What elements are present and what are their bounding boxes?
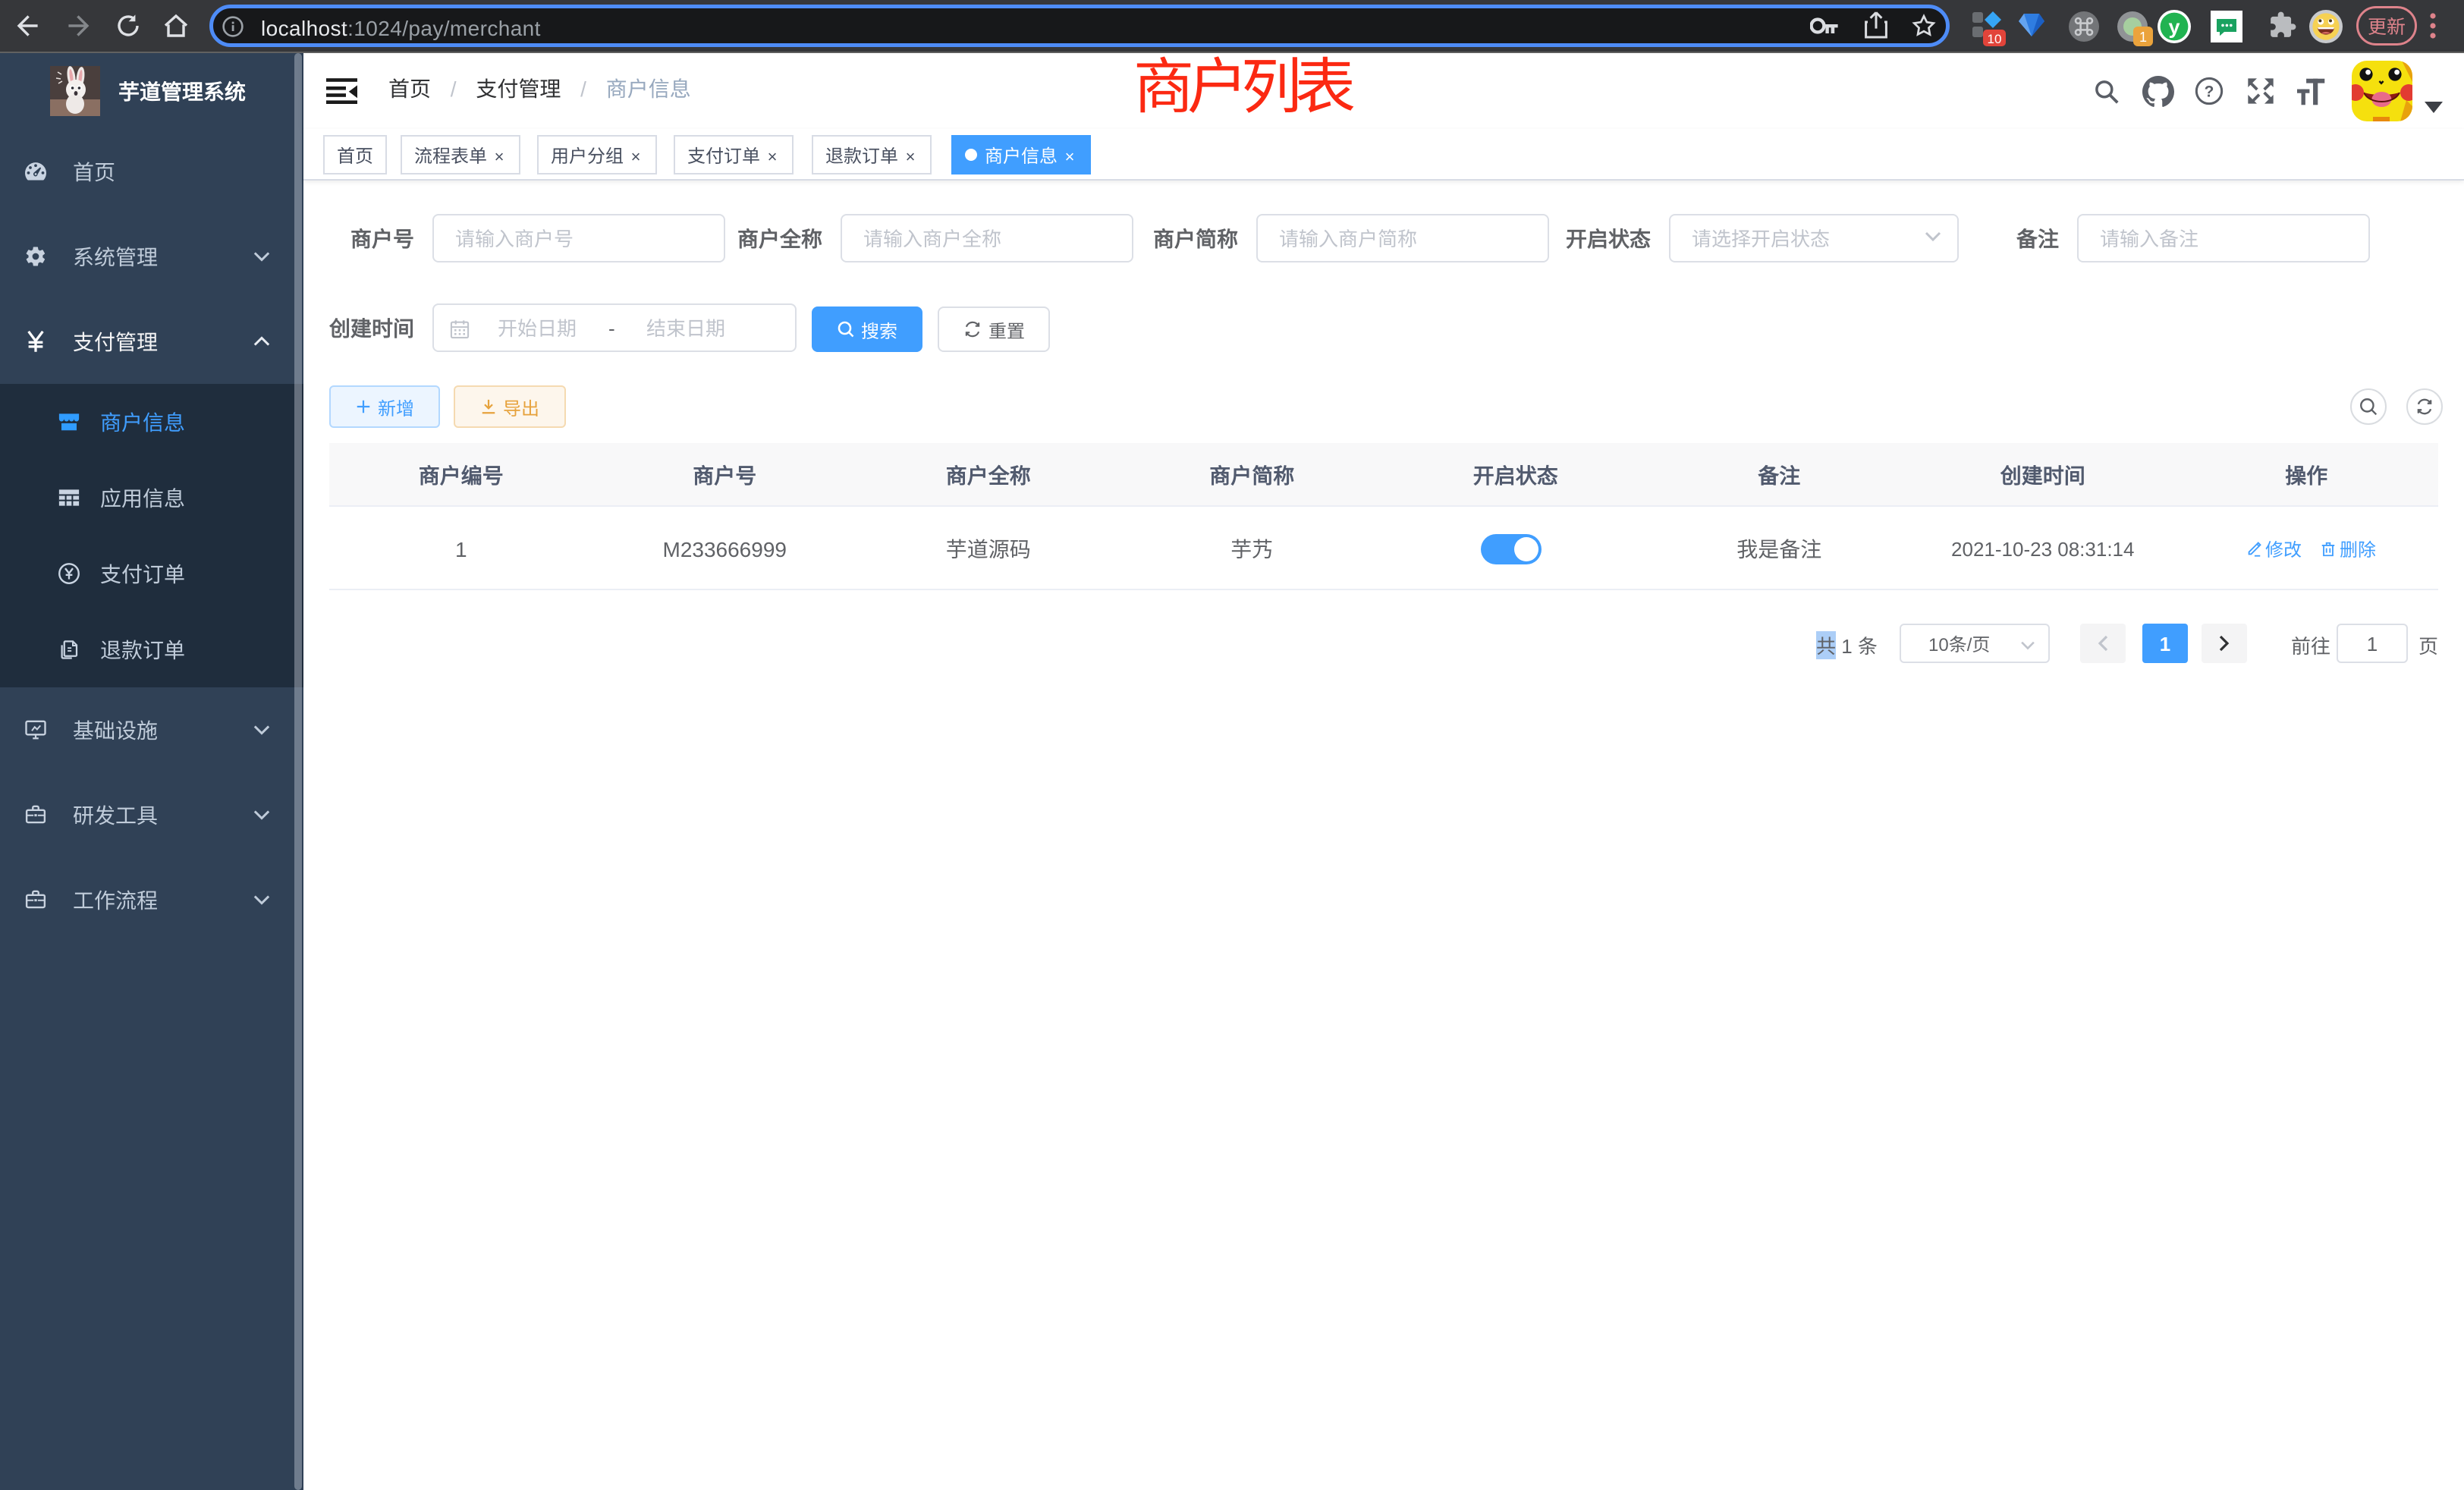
svg-text:y: y bbox=[2168, 16, 2180, 39]
svg-text:?: ? bbox=[2205, 83, 2214, 100]
